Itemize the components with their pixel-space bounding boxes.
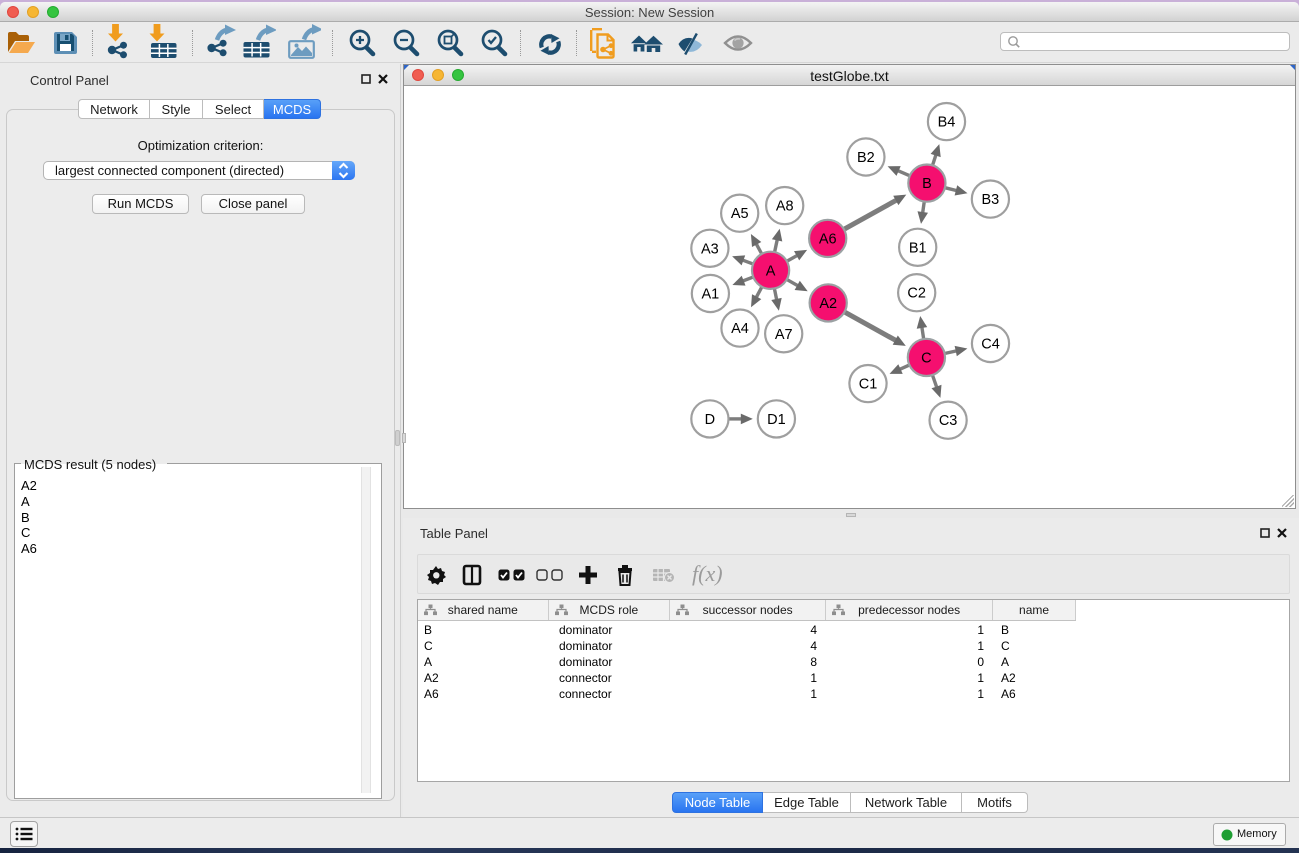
svg-text:C2: C2 (907, 286, 926, 302)
svg-text:A4: A4 (731, 321, 749, 337)
svg-text:A3: A3 (701, 241, 719, 257)
svg-text:D: D (705, 412, 715, 428)
svg-text:B1: B1 (909, 240, 927, 256)
svg-text:A7: A7 (775, 327, 793, 343)
svg-text:B2: B2 (857, 150, 875, 166)
svg-text:A5: A5 (731, 206, 749, 222)
svg-text:D1: D1 (767, 412, 786, 428)
svg-text:A1: A1 (702, 287, 720, 303)
svg-text:A2: A2 (819, 296, 837, 312)
svg-text:C3: C3 (939, 413, 958, 429)
svg-text:B4: B4 (938, 115, 956, 131)
svg-text:A6: A6 (819, 231, 837, 247)
svg-text:A: A (766, 263, 776, 279)
svg-text:B: B (922, 176, 932, 192)
svg-text:A8: A8 (776, 199, 794, 215)
svg-text:C: C (921, 350, 931, 366)
svg-text:C4: C4 (981, 337, 1000, 353)
svg-text:C1: C1 (859, 377, 878, 393)
svg-text:B3: B3 (982, 192, 1000, 208)
